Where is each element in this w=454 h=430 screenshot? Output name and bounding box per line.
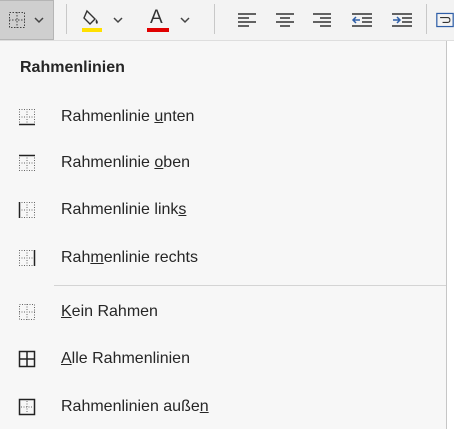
- wrap-text-button[interactable]: [436, 0, 454, 40]
- menu-item-label: Rahmenlinie oben: [61, 154, 190, 171]
- font-color-button[interactable]: A: [140, 0, 196, 40]
- border-top-icon: [19, 154, 35, 171]
- wrap-text-icon: [436, 12, 454, 28]
- ribbon-toolbar: A: [0, 0, 454, 41]
- menu-item-border-top[interactable]: Rahmenlinie oben: [0, 142, 446, 186]
- align-left-button[interactable]: [234, 0, 260, 40]
- border-bottom-icon: [19, 109, 35, 126]
- increase-indent-icon: [392, 13, 412, 27]
- border-right-icon: [19, 250, 36, 266]
- align-center-button[interactable]: [272, 0, 298, 40]
- worksheet-edge: [447, 41, 454, 429]
- fill-color-button[interactable]: [76, 0, 128, 40]
- ribbon-separator: [214, 4, 215, 34]
- chevron-down-icon[interactable]: [113, 16, 123, 24]
- chevron-down-icon[interactable]: [34, 16, 44, 24]
- align-right-icon: [313, 13, 331, 27]
- ribbon-separator: [66, 4, 67, 34]
- font-color-icon: A: [146, 7, 170, 33]
- menu-item-label: Rahmenlinien außen: [61, 398, 209, 415]
- menu-item-border-bottom[interactable]: Rahmenlinie unten: [0, 96, 446, 140]
- menu-item-label: Kein Rahmen: [61, 303, 158, 320]
- menu-separator: [54, 285, 446, 286]
- decrease-indent-button[interactable]: [348, 0, 376, 40]
- menu-item-border-right[interactable]: Rahmenlinie rechts: [0, 237, 446, 281]
- menu-item-no-border[interactable]: Kein Rahmen: [0, 291, 446, 335]
- menu-item-label: Rahmenlinie rechts: [61, 249, 198, 266]
- menu-item-all-borders[interactable]: Alle Rahmenlinien: [0, 338, 446, 382]
- align-right-button[interactable]: [309, 0, 335, 40]
- menu-item-label: Rahmenlinie links: [61, 201, 187, 218]
- align-left-icon: [238, 13, 256, 27]
- increase-indent-button[interactable]: [388, 0, 416, 40]
- border-left-icon: [18, 202, 35, 218]
- outside-borders-icon: [18, 398, 36, 416]
- no-border-icon: [19, 304, 35, 320]
- menu-title: Rahmenlinien: [20, 59, 125, 76]
- borders-button[interactable]: [0, 0, 54, 40]
- menu-item-label: Rahmenlinie unten: [61, 108, 195, 125]
- chevron-down-icon[interactable]: [180, 16, 190, 24]
- menu-item-outside-borders[interactable]: Rahmenlinien außen: [0, 386, 446, 430]
- borders-icon: [8, 11, 26, 29]
- align-center-icon: [276, 13, 294, 27]
- all-borders-icon: [18, 350, 36, 368]
- menu-item-label: Alle Rahmenlinien: [61, 350, 190, 367]
- menu-item-border-left[interactable]: Rahmenlinie links: [0, 189, 446, 233]
- ribbon-separator: [426, 4, 427, 34]
- decrease-indent-icon: [351, 13, 372, 27]
- borders-dropdown-menu: Rahmenlinien Rahmenlinie unten Rahmenlin…: [0, 41, 447, 429]
- paint-bucket-icon: [81, 7, 103, 33]
